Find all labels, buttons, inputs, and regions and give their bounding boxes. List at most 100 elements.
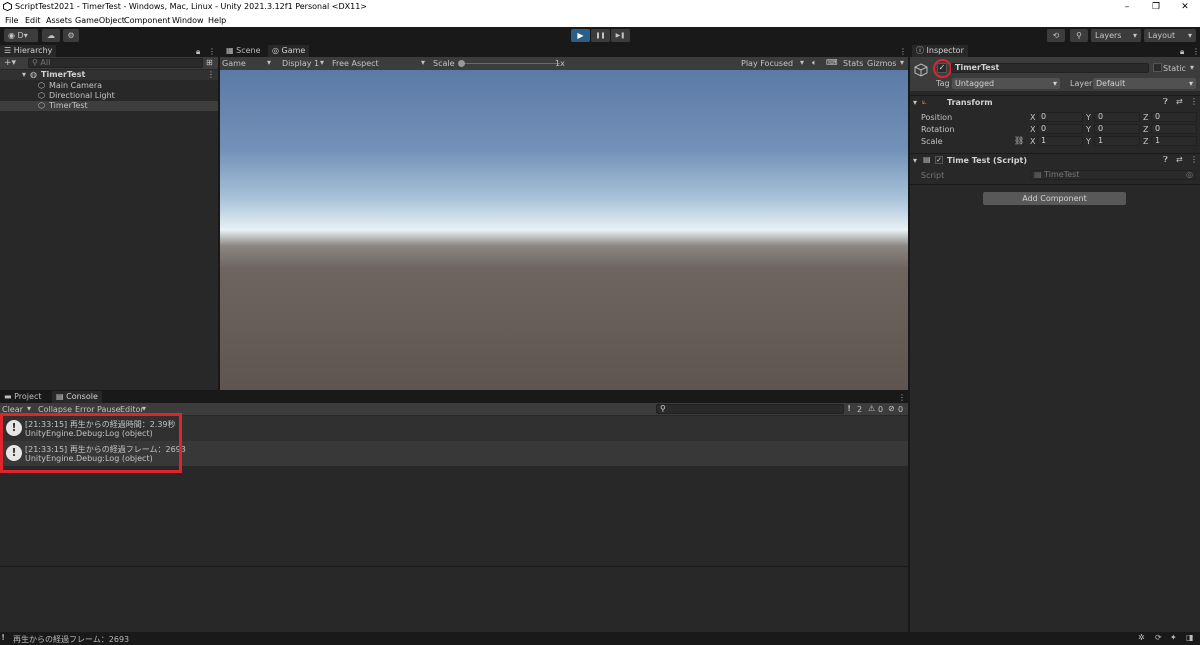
play-button[interactable]: ▶	[571, 29, 590, 42]
layout-dropdown[interactable]: Layout ▾	[1144, 29, 1196, 42]
stats-button[interactable]: Stats	[843, 59, 863, 68]
rotation-z-field[interactable]: 0	[1151, 124, 1197, 134]
object-picker-icon[interactable]: ◎	[1186, 171, 1193, 179]
more-options-icon[interactable]: ⋮	[207, 70, 215, 79]
static-checkbox[interactable]	[1153, 63, 1162, 72]
more-options-icon[interactable]: ⋮	[899, 47, 907, 56]
inspector-panel: ✓ TimerTest Static ▾ Tag Untagged ▾ Layer…	[910, 57, 1200, 632]
console-search-input[interactable]: ⚲	[656, 404, 844, 414]
rotation-x-field[interactable]: 0	[1037, 124, 1083, 134]
layers-dropdown[interactable]: Layers ▾	[1091, 29, 1141, 42]
tab-inspector[interactable]: ⓘ Inspector	[912, 45, 968, 57]
tag-dropdown[interactable]: Untagged ▾	[952, 78, 1060, 89]
tab-game[interactable]: ◎ Game	[268, 45, 310, 57]
menu-window[interactable]: Window	[172, 16, 204, 25]
history-button[interactable]: ⟲	[1047, 29, 1065, 42]
layer-dropdown[interactable]: Default ▾	[1093, 78, 1196, 89]
position-y-field[interactable]: 0	[1094, 112, 1140, 122]
expand-arrow-icon[interactable]: ▾	[913, 156, 917, 165]
log-count-icon[interactable]: ❗︎	[848, 404, 850, 414]
more-options-icon[interactable]: ⋮	[1192, 47, 1200, 56]
filter-icon[interactable]: ⊞	[206, 58, 213, 67]
scale-x-field[interactable]: 1	[1037, 136, 1083, 146]
hierarchy-item-selected[interactable]: ⬡ TimerTest	[0, 101, 218, 111]
hierarchy-item-label: Main Camera	[49, 81, 103, 90]
progress-icon[interactable]: ⟳	[1155, 633, 1162, 642]
script-object-field[interactable]: ▤ TimeTest ◎	[1030, 170, 1196, 180]
hierarchy-item[interactable]: ⬡ Main Camera	[0, 81, 218, 91]
tab-scene[interactable]: ▦ Scene	[222, 45, 265, 57]
more-options-icon[interactable]: ⋮	[208, 47, 216, 56]
more-options-icon[interactable]: ⋮	[1190, 97, 1198, 106]
scale-slider-track[interactable]	[460, 63, 560, 64]
step-button[interactable]: ▶❚	[611, 29, 630, 42]
cache-server-icon[interactable]: ◨	[1186, 633, 1194, 642]
menu-file[interactable]: File	[5, 16, 18, 25]
gizmos-button[interactable]: Gizmos	[867, 59, 896, 68]
lock-icon[interactable]: 🔒︎	[196, 47, 200, 57]
more-options-icon[interactable]: ⋮	[1190, 155, 1198, 164]
tab-project[interactable]: ▬ Project	[0, 391, 45, 403]
axis-x-label: X	[1030, 113, 1036, 122]
scale-label: Scale	[921, 137, 943, 146]
close-button[interactable]: ✕	[1170, 1, 1200, 13]
position-z-field[interactable]: 0	[1151, 112, 1197, 122]
mute-audio-icon[interactable]: 🔈︎	[812, 58, 817, 68]
menu-help[interactable]: Help	[208, 16, 226, 25]
display-dropdown[interactable]: Display 1	[282, 59, 319, 68]
expand-arrow-icon[interactable]: ▾	[22, 70, 26, 79]
account-avatar-icon: ◉	[8, 31, 18, 40]
hierarchy-search-input[interactable]: ⚲ All	[28, 58, 203, 68]
chevron-down-icon[interactable]: ▾	[1190, 63, 1194, 72]
preset-icon[interactable]: ⇄	[1176, 155, 1183, 164]
chevron-down-icon[interactable]: ▾	[27, 404, 31, 413]
script-component-header[interactable]: ▾ ▤ ✓ Time Test (Script) ❓︎ ⇄ ⋮	[910, 153, 1200, 166]
warning-icon[interactable]: ⚠︎	[868, 404, 875, 413]
scale-z-field[interactable]: 1	[1151, 136, 1197, 146]
menu-edit[interactable]: Edit	[25, 16, 41, 25]
transform-header[interactable]: ▾ ⟀ Transform ❓︎ ⇄ ⋮	[910, 95, 1200, 108]
search-button[interactable]: ⚲	[1070, 29, 1088, 42]
error-icon[interactable]: ⊘	[888, 404, 895, 413]
more-options-icon[interactable]: ⋮	[898, 393, 906, 402]
tab-hierarchy[interactable]: ☰ Hierarchy	[0, 45, 57, 57]
pause-button[interactable]: ❚❚	[591, 29, 610, 42]
chevron-down-icon: ▾	[1187, 31, 1192, 40]
game-mode-dropdown[interactable]: Game	[222, 59, 246, 68]
menu-assets[interactable]: Assets	[46, 16, 72, 25]
menu-component[interactable]: Component	[124, 16, 170, 25]
link-icon[interactable]: ⛓︎	[1014, 136, 1024, 145]
add-component-button[interactable]: Add Component	[983, 192, 1126, 205]
tab-console[interactable]: ▤ Console	[52, 391, 102, 403]
play-mode-dropdown[interactable]: Play Focused	[741, 59, 793, 68]
object-name-field[interactable]: TimerTest	[951, 63, 1149, 73]
preset-icon[interactable]: ⇄	[1176, 97, 1183, 106]
add-object-button[interactable]: +▾	[4, 58, 16, 68]
status-message[interactable]: 再生からの経過フレーム：2693	[13, 634, 129, 645]
cloud-icon: ☁	[47, 31, 55, 40]
shortcut-icon[interactable]: ⌨	[826, 58, 838, 67]
cloud-button[interactable]: ☁	[42, 29, 60, 42]
aspect-dropdown[interactable]: Free Aspect	[332, 59, 379, 68]
scale-y-field[interactable]: 1	[1094, 136, 1140, 146]
game-viewport[interactable]	[220, 70, 908, 390]
help-icon[interactable]: ❓︎	[1163, 97, 1168, 107]
maximize-button[interactable]: ❐	[1141, 1, 1171, 13]
expand-arrow-icon[interactable]: ▾	[913, 98, 917, 107]
scale-slider-handle[interactable]	[458, 60, 465, 67]
position-x-field[interactable]: 0	[1037, 112, 1083, 122]
scene-row[interactable]: ▾ ◍ TimerTest ⋮	[0, 70, 218, 80]
lock-icon[interactable]: 🔒︎	[1180, 47, 1184, 57]
log-count: 2	[857, 405, 863, 414]
bug-icon[interactable]: ✲	[1138, 633, 1145, 642]
minimize-button[interactable]: –	[1112, 1, 1142, 13]
menu-gameobject[interactable]: GameObject	[75, 16, 125, 25]
rotation-y-field[interactable]: 0	[1094, 124, 1140, 134]
collab-button[interactable]: ⚙	[63, 29, 79, 42]
account-button[interactable]: ◉ D▾	[4, 29, 38, 42]
help-icon[interactable]: ❓︎	[1163, 155, 1168, 165]
console-detail-divider[interactable]	[0, 566, 908, 567]
auto-generate-lighting-icon[interactable]: ✦	[1170, 633, 1177, 642]
script-enabled-checkbox[interactable]: ✓	[935, 156, 943, 164]
hierarchy-item[interactable]: ⬡ Directional Light	[0, 91, 218, 101]
